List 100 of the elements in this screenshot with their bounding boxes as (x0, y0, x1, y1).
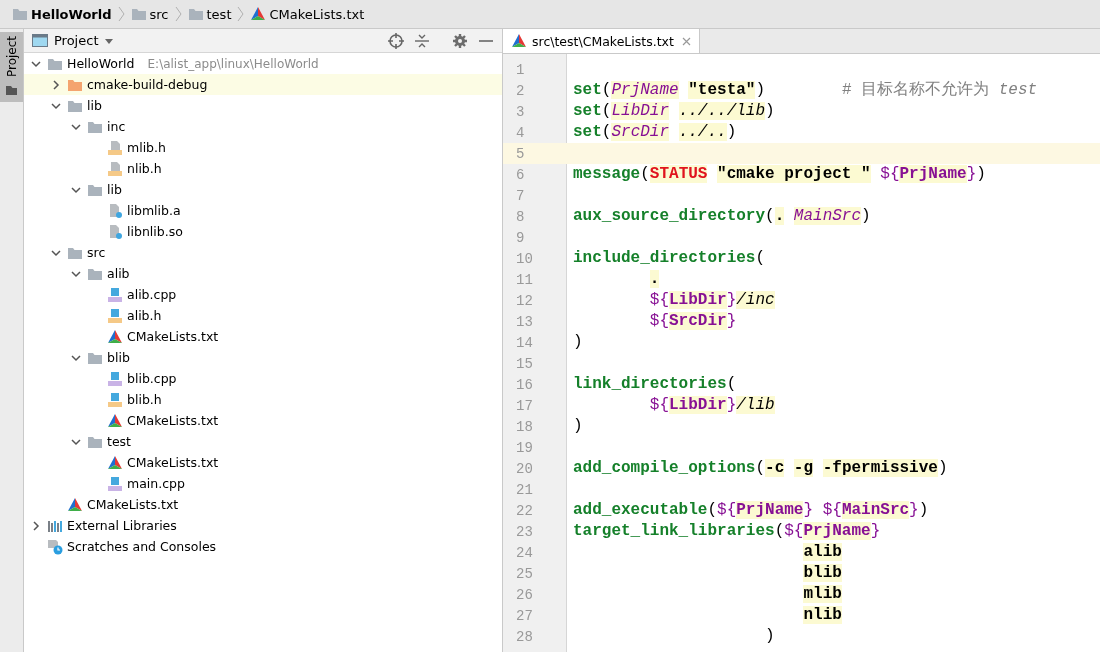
tree-item[interactable]: main.cpp (24, 473, 502, 494)
tree-item[interactable]: nlib.h (24, 158, 502, 179)
cmake-file-icon (107, 412, 123, 429)
line-number: 22 (516, 502, 533, 519)
settings-icon[interactable] (452, 32, 468, 49)
line-number: 17 (516, 397, 533, 414)
item-label: blib.cpp (127, 371, 177, 386)
line-number: 18 (516, 418, 533, 435)
cmake-file-icon (250, 6, 267, 22)
folder-icon (5, 83, 18, 97)
line-number: 26 (516, 586, 533, 603)
line-number: 7 (516, 187, 525, 204)
tree-item[interactable]: CMakeLists.txt (24, 410, 502, 431)
tree-item[interactable]: CMakeLists.txt (24, 452, 502, 473)
line-number: 10 (516, 250, 533, 267)
item-label: CMakeLists.txt (127, 455, 219, 470)
cpp-file-icon (107, 475, 123, 492)
item-label: lib (87, 98, 102, 113)
scratches-icon (47, 538, 63, 555)
line-number: 23 (516, 523, 533, 540)
tree-item[interactable]: src (24, 242, 502, 263)
separator-icon (237, 6, 245, 22)
tree-item[interactable]: alib.cpp (24, 284, 502, 305)
line-number: 27 (516, 607, 533, 624)
item-label: CMakeLists.txt (87, 497, 179, 512)
tree-item[interactable]: alib (24, 263, 502, 284)
line-number: 11 (516, 271, 533, 288)
item-label: alib (107, 266, 130, 281)
header-file-icon (107, 139, 123, 156)
line-number: 15 (516, 355, 533, 372)
line-number: 4 (516, 124, 525, 141)
line-number: 3 (516, 103, 525, 120)
item-label: test (107, 434, 131, 449)
line-number: 13 (516, 313, 533, 330)
tree-item[interactable]: mlib.h (24, 137, 502, 158)
tree-item[interactable]: lib (24, 95, 502, 116)
editor-tab[interactable]: src\test\CMakeLists.txt (503, 29, 700, 53)
dropdown-icon (104, 36, 115, 45)
cmake-file-icon (511, 33, 527, 49)
cmake-file-icon (67, 496, 83, 513)
tree-item[interactable]: alib.h (24, 305, 502, 326)
item-label: libmlib.a (127, 203, 181, 218)
tree-item[interactable]: libnlib.so (24, 221, 502, 242)
tree-item[interactable]: CMakeLists.txt (24, 326, 502, 347)
cpp-file-icon (107, 286, 123, 303)
line-number: 8 (516, 208, 525, 225)
tool-window-tab[interactable]: Project (0, 32, 23, 103)
line-number: 6 (516, 166, 525, 183)
item-label: HelloWorld (67, 56, 135, 71)
tree-item[interactable]: inc (24, 116, 502, 137)
tree-item[interactable]: CMakeLists.txt (24, 494, 502, 515)
folder-icon (130, 6, 147, 22)
cmake-file-icon (107, 328, 123, 345)
line-number: 9 (516, 229, 525, 246)
separator-icon (174, 6, 182, 22)
cmake-file-icon (107, 454, 123, 471)
line-number: 25 (516, 565, 533, 582)
breadcrumb-item[interactable]: test (187, 6, 232, 22)
header-file-icon (107, 160, 123, 177)
item-label: blib (107, 350, 130, 365)
tree-item[interactable]: test (24, 431, 502, 452)
tree-item[interactable]: External Libraries (24, 515, 502, 536)
breadcrumb-item[interactable]: CMakeLists.txt (250, 6, 365, 22)
line-number: 14 (516, 334, 533, 351)
item-label: blib.h (127, 392, 162, 407)
line-number: 28 (516, 628, 533, 645)
header-file-icon (107, 391, 123, 408)
item-label: Scratches and Consoles (67, 539, 217, 554)
tree-item[interactable]: libmlib.a (24, 200, 502, 221)
folder-icon (187, 6, 204, 22)
item-label: libnlib.so (127, 224, 183, 239)
tree-item[interactable]: blib.cpp (24, 368, 502, 389)
item-label: External Libraries (67, 518, 177, 533)
tree-item[interactable]: blib (24, 347, 502, 368)
line-number: 1 (516, 61, 525, 78)
tree-item[interactable]: blib.h (24, 389, 502, 410)
path-hint: E:\alist_app\linux\HelloWorld (147, 56, 319, 71)
tree-item[interactable]: cmake-build-debug (24, 74, 502, 95)
line-number: 20 (516, 460, 533, 477)
unknown-file-icon (107, 223, 123, 240)
header-file-icon (107, 307, 123, 324)
unknown-file-icon (107, 202, 123, 219)
tree-item[interactable]: HelloWorld E:\alist_app\linux\HelloWorld (24, 53, 502, 74)
line-number: 2 (516, 82, 525, 99)
breadcrumb-item[interactable]: HelloWorld (12, 6, 112, 22)
close-icon[interactable] (681, 36, 691, 46)
separator-icon (117, 6, 125, 22)
item-label: mlib.h (127, 140, 166, 155)
view-selector[interactable]: Project (32, 32, 115, 49)
breadcrumb-item[interactable]: src (130, 6, 169, 22)
item-label: CMakeLists.txt (127, 329, 219, 344)
collapse-all-icon[interactable] (414, 32, 430, 49)
item-label: cmake-build-debug (87, 77, 208, 92)
cpp-file-icon (107, 370, 123, 387)
line-number: 19 (516, 439, 533, 456)
tree-item[interactable]: lib (24, 179, 502, 200)
tree-item[interactable]: Scratches and Consoles (24, 536, 502, 557)
line-number: 5 (516, 145, 525, 162)
target-icon[interactable] (388, 32, 404, 49)
item-label: src (87, 245, 106, 260)
